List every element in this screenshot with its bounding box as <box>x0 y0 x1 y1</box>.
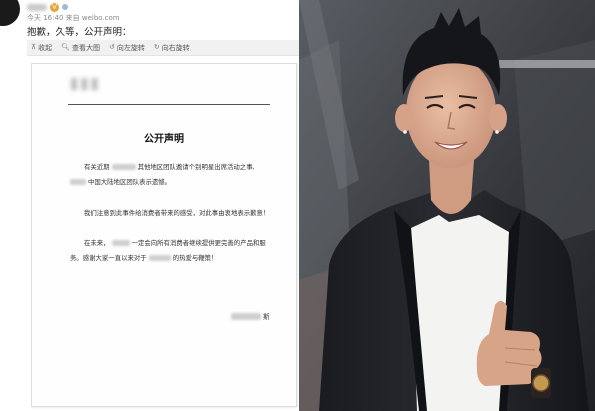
post-text: 抱歉，久等，公开声明： <box>27 27 132 38</box>
p1-text-b: 其他地区团队邀请个别明星出席活动之事, <box>137 163 255 171</box>
avatar[interactable] <box>0 0 20 26</box>
paragraph-3-line-1: 在未来， 一定会向所有消费者继续提供更完善的产品和服 <box>84 238 266 247</box>
photo-illustration <box>299 0 595 411</box>
view-large-label: 查看大图 <box>72 43 101 52</box>
watch-face <box>532 374 550 392</box>
post-timestamp: 今天 16:40 来自 weibo.com <box>27 14 120 22</box>
collapse-icon: ⊼ <box>31 43 37 51</box>
redacted-username[interactable] <box>27 3 47 11</box>
redacted-signature <box>231 312 261 320</box>
magnifier-icon: 🔍︎ <box>61 43 71 51</box>
paragraph-1-line-1: 有关近期 其他地区团队邀请个别明星出席活动之事, <box>84 162 255 171</box>
background-light <box>499 60 595 68</box>
image-toolbar: ⊼ 收起 🔍︎ 查看大图 ↺ 向左旋转 ↻ 向右旋转 <box>27 40 299 56</box>
p3-text-a: 在未来， <box>84 239 110 247</box>
p3-text-d: 的热爱与鞭策！ <box>172 254 218 262</box>
rotate-left-icon: ↺ <box>109 43 115 51</box>
header-divider <box>68 104 270 105</box>
rotate-right-icon: ↻ <box>153 43 160 51</box>
redacted-brand <box>111 163 136 170</box>
paragraph-2: 我们注意到此事件给消费者带来的感受，对此事由衷地表示歉意！ <box>84 208 269 217</box>
member-badge-icon <box>62 4 68 10</box>
rotate-right-label: 向右旋转 <box>161 43 190 52</box>
p1-text-c: 中国大陆地区团队表示遗憾。 <box>88 178 172 186</box>
ear-right <box>489 104 507 132</box>
collapse-label: 收起 <box>38 43 53 52</box>
ear-left <box>395 104 413 132</box>
view-large-button[interactable]: 🔍︎ 查看大图 <box>61 43 100 53</box>
post-author: V <box>27 2 68 12</box>
press-photo[interactable] <box>299 0 595 411</box>
rotate-left-button[interactable]: ↺ 向左旋转 <box>109 43 145 53</box>
paragraph-3-line-2: 务。感谢大家一直以来对于 的热爱与鞭策！ <box>70 253 217 262</box>
paragraph-1-line-2: 中国大陆地区团队表示遗憾。 <box>68 177 171 186</box>
verified-badge-icon: V <box>50 2 59 12</box>
redacted-brand <box>111 239 130 246</box>
earring-right-icon <box>495 130 499 134</box>
statement-title: 公开声明 <box>144 134 184 145</box>
p3-text-c: 务。感谢大家一直以来对于 <box>70 254 147 262</box>
p3-text-b: 一定会向所有消费者继续提供更完善的产品和服 <box>131 239 266 247</box>
p2-text: 我们注意到此事件给消费者带来的感受，对此事由衷地表示歉意！ <box>84 209 270 217</box>
earring-left-icon <box>403 130 407 134</box>
redacted-logo: ▮▮▮ <box>70 75 101 92</box>
p1-text-a: 有关近期 <box>84 163 110 171</box>
rotate-right-button[interactable]: ↻ 向右旋转 <box>154 43 190 53</box>
weibo-post: V 今天 16:40 来自 weibo.com 抱歉，久等，公开声明： ⊼ 收起… <box>0 0 299 411</box>
redacted-brand <box>70 178 86 185</box>
statement-image[interactable]: ▮▮▮ 公开声明 有关近期 其他地区团队邀请个别明星出席活动之事, 中国大陆地区… <box>31 63 297 407</box>
signature-suffix: 斯 <box>263 313 270 321</box>
redacted-brand <box>148 254 171 261</box>
collapse-button[interactable]: ⊼ 收起 <box>31 43 52 53</box>
signature: 斯 <box>229 311 270 321</box>
rotate-left-label: 向左旋转 <box>116 43 145 52</box>
